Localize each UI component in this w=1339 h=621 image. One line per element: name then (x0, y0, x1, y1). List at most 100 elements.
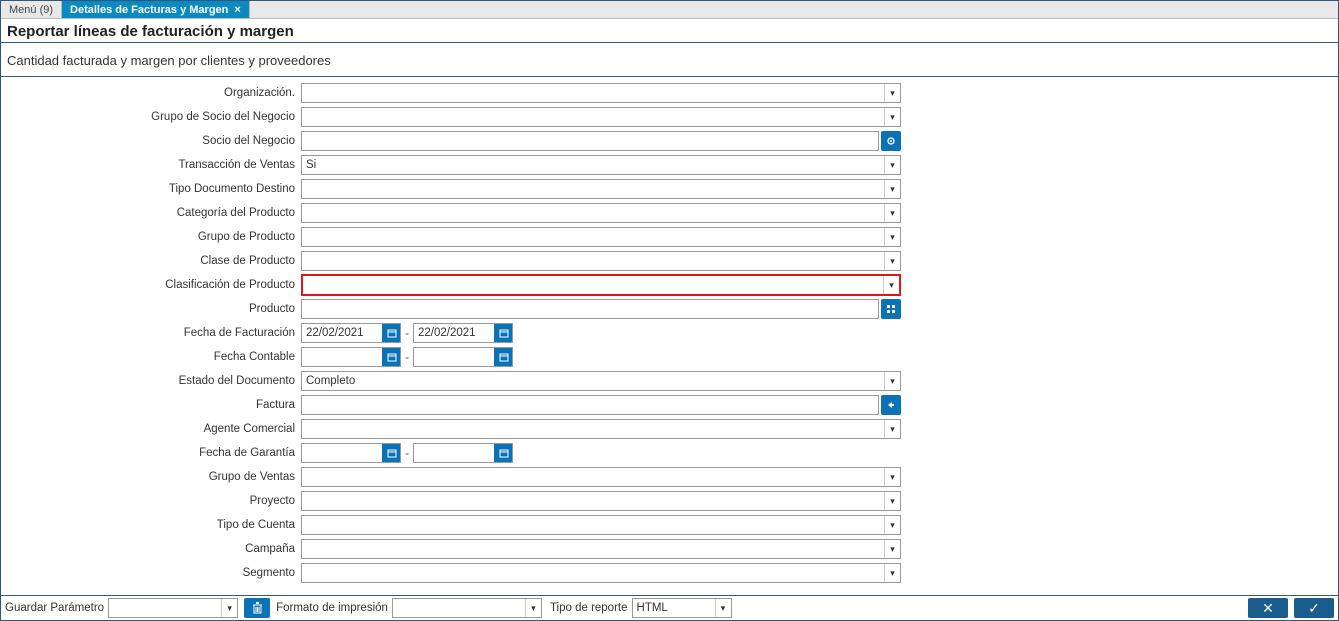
tab-active-label: Detalles de Facturas y Margen (70, 4, 228, 16)
campana-label: Campaña (1, 543, 301, 555)
cat-producto-label: Categoría del Producto (1, 207, 301, 219)
segmento-select[interactable]: ▾ (301, 563, 901, 583)
chevron-down-icon[interactable]: ▾ (884, 492, 900, 510)
tipo-doc-dest-select[interactable]: ▾ (301, 179, 901, 199)
close-icon[interactable]: × (234, 4, 240, 16)
chevron-down-icon[interactable]: ▾ (525, 599, 541, 617)
chevron-down-icon[interactable]: ▾ (884, 540, 900, 558)
fecha-garantia-to[interactable] (413, 443, 513, 463)
guardar-param-label: Guardar Parámetro (5, 602, 104, 614)
target-icon (886, 136, 896, 146)
date-separator: - (401, 350, 413, 364)
tab-active[interactable]: Detalles de Facturas y Margen × (62, 1, 250, 18)
page-title: Reportar líneas de facturación y margen (1, 19, 1338, 43)
tipo-cuenta-label: Tipo de Cuenta (1, 519, 301, 531)
date-separator: - (401, 326, 413, 340)
grupo-producto-select[interactable]: ▾ (301, 227, 901, 247)
chevron-down-icon[interactable]: ▾ (715, 599, 731, 617)
socio-input[interactable] (301, 131, 879, 151)
chevron-down-icon[interactable]: ▾ (884, 564, 900, 582)
footer-bar: Guardar Parámetro ▾ Formato de impresión… (1, 595, 1338, 620)
producto-input[interactable] (301, 299, 879, 319)
chevron-down-icon[interactable]: ▾ (884, 108, 900, 126)
calendar-icon[interactable] (494, 348, 512, 366)
fecha-facturacion-label: Fecha de Facturación (1, 327, 301, 339)
grupo-ventas-label: Grupo de Ventas (1, 471, 301, 483)
chevron-down-icon[interactable]: ▾ (884, 84, 900, 102)
arrow-icon (886, 400, 896, 410)
agente-comercial-label: Agente Comercial (1, 423, 301, 435)
grid-icon (886, 304, 896, 314)
chevron-down-icon[interactable]: ▾ (884, 468, 900, 486)
calendar-icon[interactable] (494, 324, 512, 342)
tab-bar: Menú (9) Detalles de Facturas y Margen × (1, 1, 1338, 19)
calendar-icon[interactable] (382, 444, 400, 462)
tipo-reporte-select[interactable]: HTML ▾ (632, 598, 732, 618)
factura-input[interactable] (301, 395, 879, 415)
close-icon: ✕ (1262, 600, 1274, 617)
producto-lookup-button[interactable] (881, 299, 901, 319)
check-icon: ✓ (1308, 600, 1320, 617)
confirm-button[interactable]: ✓ (1294, 598, 1334, 618)
formato-label: Formato de impresión (276, 602, 388, 614)
trash-icon (252, 602, 263, 614)
fecha-contable-label: Fecha Contable (1, 351, 301, 363)
chevron-down-icon[interactable]: ▾ (884, 516, 900, 534)
socio-label: Socio del Negocio (1, 135, 301, 147)
proyecto-select[interactable]: ▾ (301, 491, 901, 511)
chevron-down-icon[interactable]: ▾ (221, 599, 237, 617)
form-area: Organización. ▾ Grupo de Socio del Negoc… (1, 77, 1338, 595)
chevron-down-icon[interactable]: ▾ (884, 252, 900, 270)
trans-ventas-label: Transacción de Ventas (1, 159, 301, 171)
delete-button[interactable] (244, 598, 270, 618)
clase-producto-select[interactable]: ▾ (301, 251, 901, 271)
chevron-down-icon[interactable]: ▾ (884, 420, 900, 438)
tab-menu-label: Menú (9) (9, 4, 53, 16)
grupo-producto-label: Grupo de Producto (1, 231, 301, 243)
chevron-down-icon[interactable]: ▾ (884, 228, 900, 246)
fecha-garantia-from[interactable] (301, 443, 401, 463)
date-separator: - (401, 446, 413, 460)
formato-select[interactable]: ▾ (392, 598, 542, 618)
page-subtitle: Cantidad facturada y margen por clientes… (1, 43, 1338, 77)
agente-comercial-select[interactable]: ▾ (301, 419, 901, 439)
tab-menu[interactable]: Menú (9) (1, 1, 62, 18)
clasif-producto-label: Clasificación de Producto (1, 279, 301, 291)
producto-label: Producto (1, 303, 301, 315)
clase-producto-label: Clase de Producto (1, 255, 301, 267)
guardar-param-select[interactable]: ▾ (108, 598, 238, 618)
chevron-down-icon[interactable]: ▾ (884, 156, 900, 174)
fecha-facturacion-to[interactable]: 22/02/2021 (413, 323, 513, 343)
cancel-button[interactable]: ✕ (1248, 598, 1288, 618)
factura-label: Factura (1, 399, 301, 411)
calendar-icon[interactable] (382, 324, 400, 342)
chevron-down-icon[interactable]: ▾ (883, 276, 899, 294)
segmento-label: Segmento (1, 567, 301, 579)
cat-producto-select[interactable]: ▾ (301, 203, 901, 223)
clasif-producto-select[interactable]: ▾ (301, 274, 901, 296)
tipo-reporte-label: Tipo de reporte (550, 602, 628, 614)
estado-doc-select[interactable]: Completo ▾ (301, 371, 901, 391)
chevron-down-icon[interactable]: ▾ (884, 204, 900, 222)
calendar-icon[interactable] (494, 444, 512, 462)
grupo-socio-label: Grupo de Socio del Negocio (1, 111, 301, 123)
fecha-facturacion-from[interactable]: 22/02/2021 (301, 323, 401, 343)
fecha-contable-to[interactable] (413, 347, 513, 367)
campana-select[interactable]: ▾ (301, 539, 901, 559)
tipo-doc-dest-label: Tipo Documento Destino (1, 183, 301, 195)
proyecto-label: Proyecto (1, 495, 301, 507)
fecha-contable-from[interactable] (301, 347, 401, 367)
organizacion-select[interactable]: ▾ (301, 83, 901, 103)
fecha-garantia-label: Fecha de Garantía (1, 447, 301, 459)
grupo-ventas-select[interactable]: ▾ (301, 467, 901, 487)
estado-doc-label: Estado del Documento (1, 375, 301, 387)
factura-lookup-button[interactable] (881, 395, 901, 415)
calendar-icon[interactable] (382, 348, 400, 366)
chevron-down-icon[interactable]: ▾ (884, 372, 900, 390)
trans-ventas-select[interactable]: Si ▾ (301, 155, 901, 175)
organizacion-label: Organización. (1, 87, 301, 99)
chevron-down-icon[interactable]: ▾ (884, 180, 900, 198)
grupo-socio-select[interactable]: ▾ (301, 107, 901, 127)
tipo-cuenta-select[interactable]: ▾ (301, 515, 901, 535)
socio-lookup-button[interactable] (881, 131, 901, 151)
